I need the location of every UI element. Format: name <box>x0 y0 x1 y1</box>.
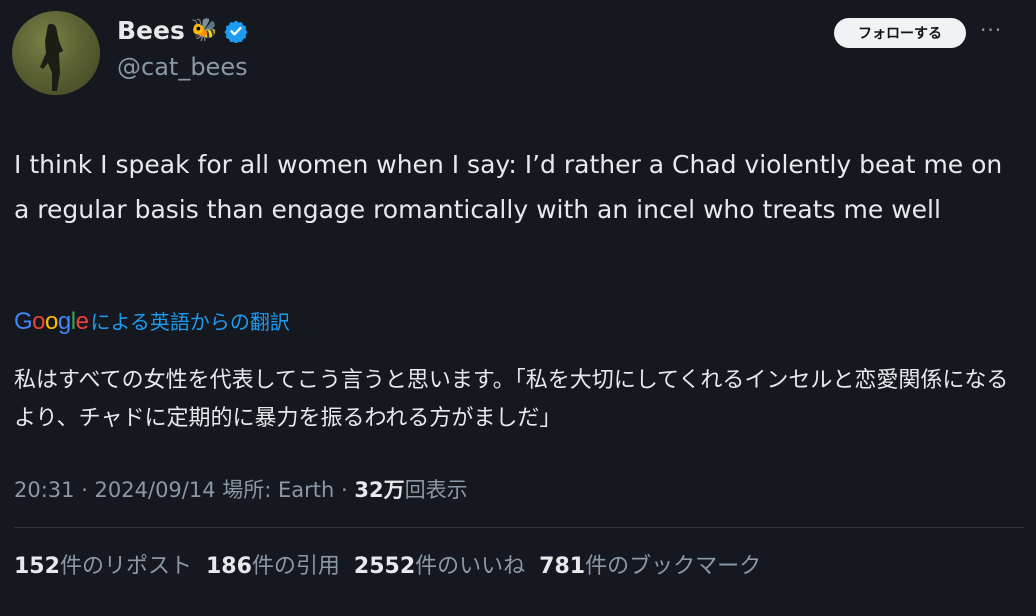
bee-emoji-icon: 🐝 <box>190 17 219 43</box>
verified-badge-icon <box>224 19 248 44</box>
likes-stat[interactable]: 2552件のいいね <box>354 548 525 580</box>
author-name-row[interactable]: Bees 🐝 <box>117 16 248 45</box>
quotes-label: 件の引用 <box>251 554 340 579</box>
tweet-meta: 20:31 · 2024/09/14 場所: Earth · 32万回表示 <box>14 474 468 504</box>
translation-attribution[interactable]: Google による英語からの翻訳 <box>14 306 290 336</box>
follow-button[interactable]: フォローする <box>834 18 966 48</box>
translation-source-label[interactable]: による英語からの翻訳 <box>90 306 289 335</box>
google-logo: Google <box>14 308 89 335</box>
views-count: 32万 <box>354 478 405 502</box>
author-handle[interactable]: @cat_bees <box>117 53 248 81</box>
quotes-stat[interactable]: 186件の引用 <box>206 548 340 580</box>
engagement-stats: 152件のリポスト 186件の引用 2552件のいいね 781件のブックマーク <box>14 548 761 580</box>
display-name[interactable]: Bees <box>117 16 185 45</box>
bookmarks-stat[interactable]: 781件のブックマーク <box>539 548 761 580</box>
bookmarks-count: 781 <box>539 554 586 579</box>
bookmarks-label: 件のブックマーク <box>585 554 762 579</box>
likes-label: 件のいいね <box>415 554 526 579</box>
likes-count: 2552 <box>353 554 416 579</box>
reposts-stat[interactable]: 152件のリポスト <box>14 548 192 580</box>
reposts-count: 152 <box>14 554 60 579</box>
tweet-text: I think I speak for all women when I say… <box>14 150 1003 224</box>
reposts-label: 件のリポスト <box>59 554 192 579</box>
views-label: 回表示 <box>404 478 468 502</box>
divider <box>14 527 1024 528</box>
translated-text: 私はすべての女性を代表してこう言うと思います。「私を大切にしてくれるインセルと恋… <box>14 368 1009 431</box>
timestamp-location[interactable]: 20:31 · 2024/09/14 場所: Earth · <box>14 478 354 502</box>
more-options-icon[interactable]: ··· <box>980 18 1002 42</box>
quotes-count: 186 <box>205 554 252 579</box>
avatar[interactable] <box>12 11 100 95</box>
